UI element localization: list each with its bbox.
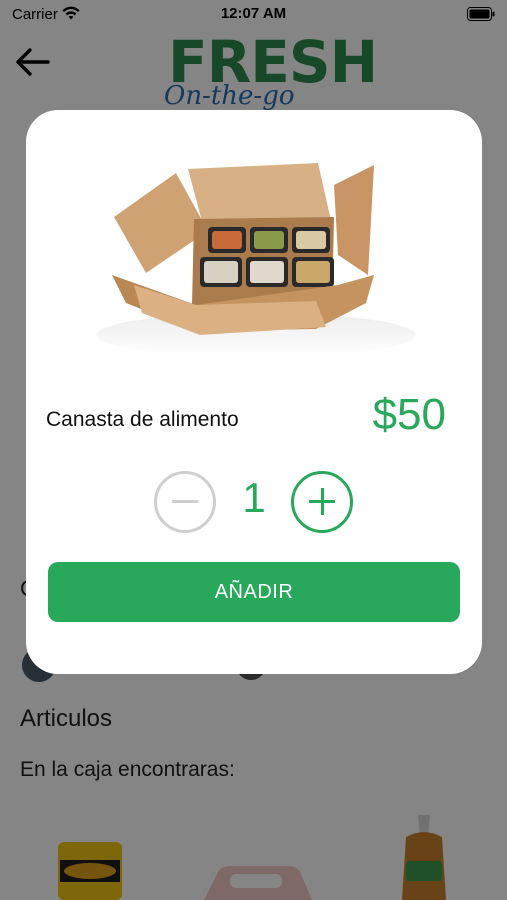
quantity-value: 1: [242, 474, 266, 521]
quantity-stepper: 1: [26, 468, 482, 534]
decrease-quantity-button[interactable]: [154, 471, 216, 533]
product-modal: Canasta de alimento $50 1 AÑADIR: [26, 110, 482, 674]
product-price: $50: [372, 390, 446, 439]
product-detail-screen: Carrier 12:07 AM FRESH On-the-go C Artic…: [0, 0, 507, 900]
product-image: [96, 163, 416, 357]
add-to-cart-button[interactable]: AÑADIR: [48, 562, 460, 622]
increase-quantity-button[interactable]: [291, 471, 353, 533]
product-name: Canasta de alimento: [46, 408, 239, 431]
